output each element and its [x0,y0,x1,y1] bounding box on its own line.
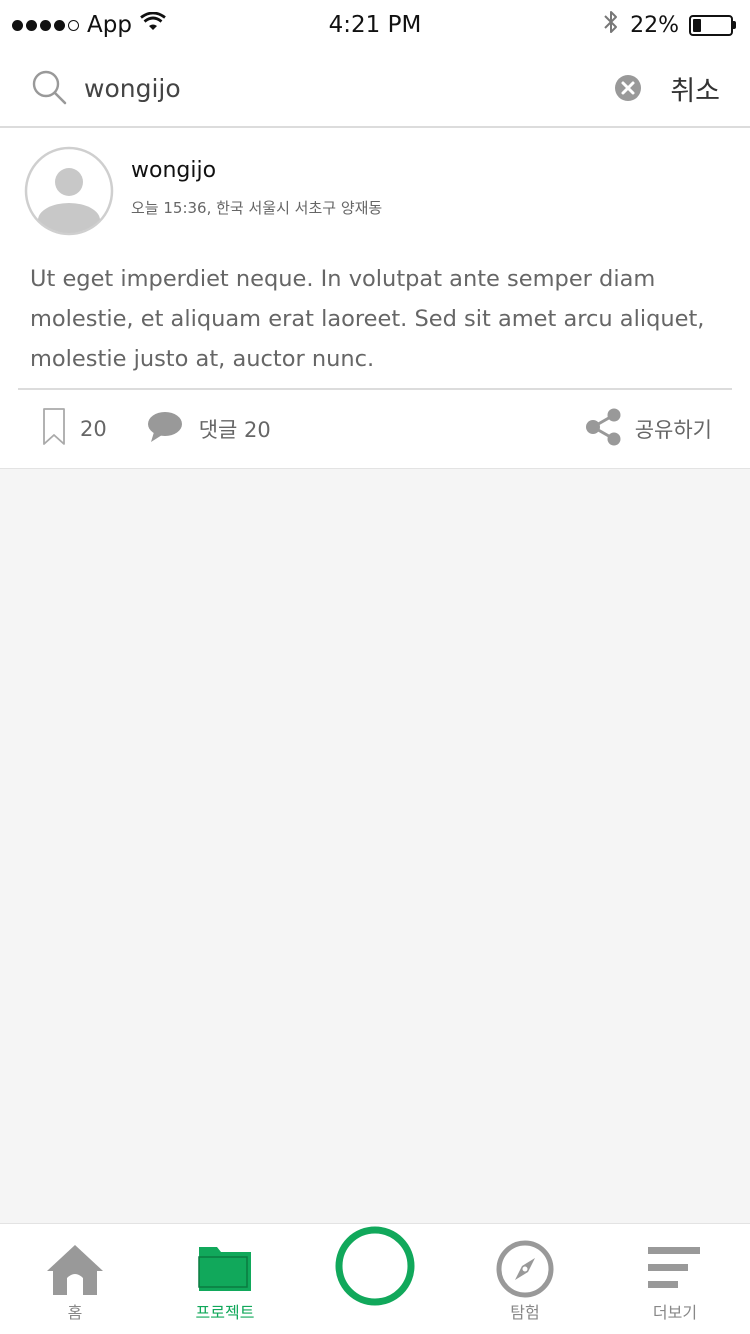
record-circle-icon [333,1226,417,1306]
battery-fill [693,18,701,32]
menu-icon [648,1241,702,1297]
carrier-name: App [87,12,132,38]
bluetooth-icon [602,8,620,42]
search-bar: 취소 [0,50,750,128]
tab-explore[interactable]: 탐험 [450,1224,600,1334]
post-actions: 20 댓글 20 공유하기 [0,390,750,468]
status-right: 22% [476,8,736,42]
tab-record[interactable] [300,1224,450,1334]
search-input[interactable] [84,63,615,113]
clear-search-icon[interactable] [614,74,642,102]
author-name[interactable]: wongijo [131,158,382,183]
comment-icon [147,411,199,448]
tab-bar: 홈 프로젝트 탐험 더보기 [0,1223,750,1334]
comment-button[interactable]: 댓글 20 [147,411,271,448]
battery-percent: 22% [630,12,679,38]
post-body: Ut eget imperdiet neque. In volutpat ant… [30,266,705,372]
bookmark-icon [42,407,80,451]
cancel-button[interactable]: 취소 [670,69,720,108]
wifi-icon [140,11,166,38]
home-icon [44,1241,106,1297]
status-left: App [12,11,272,38]
share-icon [585,408,635,451]
avatar[interactable] [24,146,114,236]
bookmark-count: 20 [80,417,107,441]
share-button[interactable]: 공유하기 [585,408,712,451]
comment-label: 댓글 20 [198,418,271,442]
tab-label: 프로젝트 [195,1303,255,1322]
tab-label: 탐험 [510,1303,540,1322]
tab-projects[interactable]: 프로젝트 [150,1224,300,1334]
compass-icon [495,1240,555,1298]
search-icon [30,68,70,108]
post-info: 오늘 15:36, 한국 서울시 서초구 양재동 [131,199,383,217]
tab-more[interactable]: 더보기 [600,1224,750,1334]
post-meta: wongijo 오늘 15:36, 한국 서울시 서초구 양재동 [131,146,382,218]
status-bar: App 4:21 PM 22% [0,0,750,50]
post-card[interactable]: wongijo 오늘 15:36, 한국 서울시 서초구 양재동 Ut eget… [0,128,750,469]
bookmark-button[interactable]: 20 [42,407,107,451]
tab-label: 홈 [67,1303,83,1322]
battery-icon [689,14,736,36]
post-header: wongijo 오늘 15:36, 한국 서울시 서초구 양재동 [0,128,750,236]
share-label: 공유하기 [634,418,712,442]
tab-home[interactable]: 홈 [0,1224,150,1334]
tab-label: 더보기 [652,1303,698,1322]
folder-icon [197,1241,253,1297]
signal-strength-icon [12,19,79,31]
